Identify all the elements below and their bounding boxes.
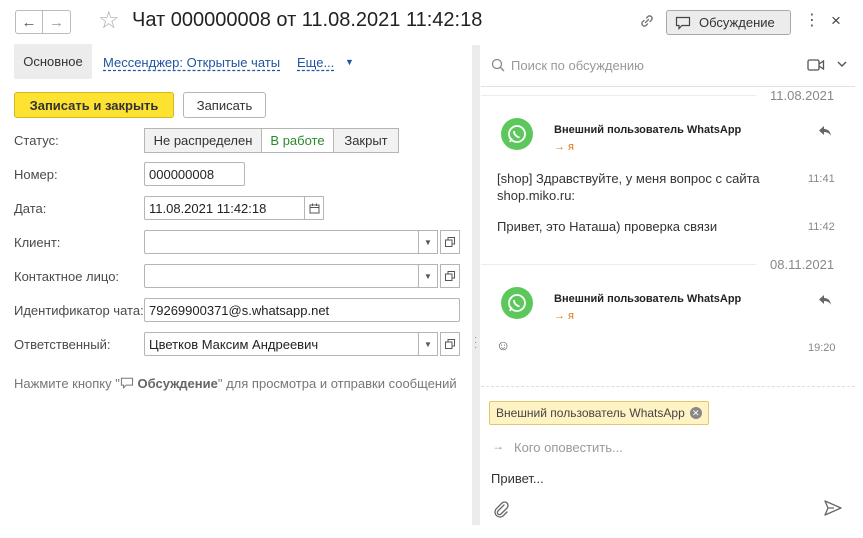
more-actions-icon[interactable]: ⋮ — [804, 12, 820, 30]
back-button[interactable]: ← — [15, 10, 43, 34]
splitter-handle-icon[interactable]: · · · — [474, 333, 477, 353]
panel-splitter[interactable] — [472, 45, 480, 525]
responsible-label: Ответственный: — [14, 337, 111, 352]
discussion-button-label: Обсуждение — [699, 15, 775, 30]
compose-separator — [481, 386, 855, 387]
chat-id-field[interactable]: 79269900371@s.whatsapp.net — [144, 298, 460, 322]
status-label: Статус: — [14, 133, 59, 148]
forward-button[interactable]: → — [43, 10, 71, 34]
message-sender: Внешний пользователь WhatsApp — [554, 293, 742, 305]
message-time: 11:42 — [808, 221, 835, 233]
message-time: 11:41 — [808, 173, 835, 185]
tab-main[interactable]: Основное — [14, 44, 92, 79]
notify-input[interactable]: Кого оповестить... — [514, 440, 623, 455]
reply-icon[interactable] — [818, 124, 832, 141]
number-label: Номер: — [14, 167, 58, 182]
chat-form-window: ← → ☆ Чат 000000008 от 11.08.2021 11:42:… — [0, 0, 863, 538]
message-time: 19:20 — [808, 342, 836, 354]
message-recipient: → я — [554, 310, 575, 322]
client-open-icon[interactable] — [440, 230, 460, 254]
discussion-button[interactable]: Обсуждение — [666, 10, 791, 35]
discussion-hint: Нажмите кнопку " Обсуждение" для просмот… — [14, 376, 457, 391]
date-separator-line — [481, 264, 756, 265]
speech-bubble-icon — [120, 377, 133, 389]
whatsapp-avatar-icon — [501, 287, 533, 319]
page-title: Чат 000000008 от 11.08.2021 11:42:18 — [132, 9, 483, 31]
send-icon[interactable] — [824, 500, 842, 519]
status-selector: Не распределен В работе Закрыт — [144, 128, 399, 153]
message-emoji: ☺ — [496, 337, 511, 353]
discussion-search-input[interactable]: Поиск по обсуждению — [511, 58, 644, 73]
attachment-icon[interactable] — [492, 500, 510, 521]
video-call-icon[interactable] — [807, 58, 825, 75]
date-separator-line — [481, 95, 756, 96]
search-icon — [491, 58, 505, 75]
number-field[interactable]: 000000008 — [144, 162, 245, 186]
close-icon[interactable]: × — [831, 11, 841, 31]
save-button[interactable]: Записать — [183, 92, 266, 118]
tab-more[interactable]: Еще... — [297, 55, 334, 70]
client-dropdown-icon[interactable]: ▼ — [418, 230, 438, 254]
contact-field[interactable] — [144, 264, 419, 288]
recipient-chip-label: Внешний пользователь WhatsApp — [496, 406, 685, 420]
save-and-close-button[interactable]: Записать и закрыть — [14, 92, 174, 118]
search-separator — [481, 86, 855, 87]
message-sender: Внешний пользователь WhatsApp — [554, 124, 742, 136]
arrow-right-icon: → — [49, 13, 64, 31]
favorite-star-icon[interactable]: ☆ — [98, 9, 120, 33]
contact-label: Контактное лицо: — [14, 269, 120, 284]
tab-messenger[interactable]: Мессенджер: Открытые чаты — [103, 55, 280, 70]
status-option-unassigned[interactable]: Не распределен — [144, 128, 262, 153]
message-text: [shop] Здравствуйте, у меня вопрос с сай… — [497, 171, 760, 203]
client-field[interactable] — [144, 230, 419, 254]
calendar-icon[interactable] — [304, 196, 324, 220]
status-option-in-progress[interactable]: В работе — [261, 128, 334, 153]
arrow-right-icon: → — [492, 439, 504, 453]
chevron-down-icon[interactable] — [836, 58, 848, 73]
date-separator: 08.11.2021 — [770, 257, 835, 272]
message-recipient: → я — [554, 141, 575, 153]
speech-bubble-icon — [675, 16, 691, 30]
message-text: Привет, это Наташа) проверка связи — [497, 219, 718, 234]
client-label: Клиент: — [14, 235, 61, 250]
responsible-field[interactable]: Цветков Максим Андреевич — [144, 332, 419, 356]
date-field[interactable]: 11.08.2021 11:42:18 — [144, 196, 305, 220]
chat-id-label: Идентификатор чата: — [14, 303, 144, 318]
link-icon[interactable] — [638, 12, 656, 33]
whatsapp-avatar-icon — [501, 118, 533, 150]
responsible-dropdown-icon[interactable]: ▼ — [418, 332, 438, 356]
date-separator: 11.08.2021 — [770, 88, 835, 103]
status-option-closed[interactable]: Закрыт — [333, 128, 399, 153]
date-label: Дата: — [14, 201, 47, 216]
contact-open-icon[interactable] — [440, 264, 460, 288]
contact-dropdown-icon[interactable]: ▼ — [418, 264, 438, 288]
arrow-left-icon: ← — [21, 13, 37, 31]
reply-icon[interactable] — [818, 293, 832, 310]
message-input[interactable]: Привет... — [491, 471, 544, 486]
recipient-chip[interactable]: Внешний пользователь WhatsApp ✕ — [489, 401, 709, 425]
responsible-open-icon[interactable] — [440, 332, 460, 356]
dropdown-arrow-icon: ▼ — [345, 57, 354, 67]
remove-recipient-icon[interactable]: ✕ — [689, 407, 702, 419]
